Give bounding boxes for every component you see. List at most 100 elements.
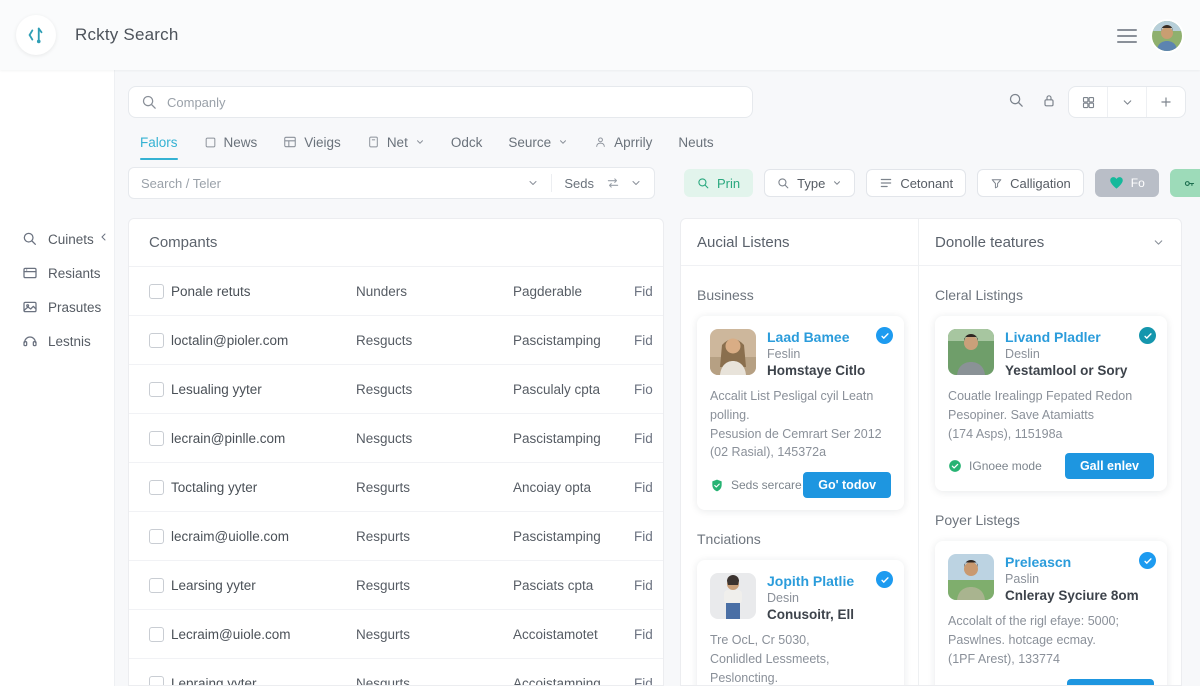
section-title-tnciations: Tnciations [697,531,904,547]
table-row[interactable]: loctalin@pioler.com Resgucts Pascistampi… [129,316,663,365]
verified-badge-icon [1139,327,1156,344]
call-button[interactable]: Gall enlev [1065,453,1154,479]
grid-view-button[interactable] [1069,87,1107,117]
add-button[interactable] [1146,87,1185,117]
chevron-down-icon [415,137,425,147]
listing-name[interactable]: Livand Pladler [1005,329,1127,345]
plus-icon [1159,95,1173,109]
user-avatar[interactable] [1152,21,1182,51]
cell-fid: Fid [634,676,653,686]
tab-falors[interactable]: Falors [140,128,178,156]
checkbox-icon [204,136,217,149]
row-checkbox[interactable] [149,578,164,593]
favorite-button[interactable]: Fo [1095,169,1159,197]
table-row[interactable]: lecraim@uiolle.com Respurts Pascistampin… [129,512,663,561]
sort-label: Seds [564,176,594,191]
app-logo[interactable] [16,15,56,55]
panel-column-right: Donolle teatures Cleral Listings [918,219,1181,685]
table-row[interactable]: Toctaling yyter Resgurts Ancoiay opta Fi… [129,463,663,512]
listing-name[interactable]: Preleascn [1005,554,1139,570]
tab-label: News [224,135,258,150]
tab-net[interactable]: Net [367,128,425,156]
tab-label: Neuts [678,135,713,150]
panel-right-header: Donolle teatures [919,219,1181,266]
table-row[interactable]: Lecraim@uiole.com Nesgurts Accoistamotet… [129,610,663,659]
search-input[interactable] [167,95,740,110]
shield-check-icon [710,478,724,493]
table-row[interactable]: Learsing yyter Resgurts Pasciats cpta Fi… [129,561,663,610]
app-window: Rckty Search Cuinets [0,0,1200,686]
tab-news[interactable]: News [204,128,258,156]
count-badge[interactable]: 94,200 [1170,169,1200,197]
button-label: Prin [717,176,740,191]
tab-neuts[interactable]: Neuts [678,128,713,156]
menu-icon[interactable] [1116,28,1138,44]
row-checkbox[interactable] [149,676,164,686]
utility-icons [1008,92,1057,109]
calligation-button[interactable]: Calligation [977,169,1084,197]
tab-aprrily[interactable]: Aprrily [594,128,652,156]
tab-label: Net [387,135,408,150]
card-icon [22,265,38,281]
listing-card[interactable]: Preleascn Paslin Cnleray Syciure 8om Acc… [935,541,1167,686]
row-checkbox[interactable] [149,480,164,495]
tab-vieigs[interactable]: Vieigs [283,128,341,156]
row-checkbox[interactable] [149,627,164,642]
column-header[interactable]: Nunders [356,284,513,299]
table-row[interactable]: lecrain@pinlle.com Nesgucts Pascistampin… [129,414,663,463]
chevron-left-icon[interactable] [98,231,110,243]
grid-icon [1081,95,1096,110]
row-checkbox[interactable] [149,382,164,397]
listing-name[interactable]: Jopith Platlie [767,573,854,589]
swap-arrows-icon[interactable] [606,177,620,189]
verified-badge-icon [876,571,893,588]
listing-role: Feslin [767,347,865,361]
tab-odck[interactable]: Odck [451,128,483,156]
sidebar-item-label: Prasutes [48,300,101,315]
chevron-down-icon[interactable] [630,177,642,189]
top-header: Rckty Search [0,0,1200,70]
filter-select[interactable]: Search / Teler Seds [128,167,655,199]
key-icon [1183,177,1196,190]
listing-role: Deslin [1005,347,1127,361]
type-dropdown[interactable]: Type [764,169,855,197]
row-checkbox[interactable] [149,333,164,348]
sidebar-item-resiants[interactable]: Resiants [0,256,114,290]
table-row[interactable]: Lepraing yyter Nesgurts Accoistamping Fi… [129,659,663,686]
column-header[interactable]: Pagderable [513,284,634,299]
prin-button[interactable]: Prin [684,169,753,197]
search-icon[interactable] [141,94,158,111]
cetonant-button[interactable]: Cetonant [866,169,966,197]
listing-description: Accalit List Pesligal cyil Leatn polling… [710,387,891,462]
listing-name[interactable]: Laad Bamee [767,329,865,345]
select-all-checkbox[interactable] [149,284,164,299]
chevron-down-icon [527,177,539,189]
expand-button[interactable] [1107,87,1146,117]
column-header[interactable]: Ponale retuts [171,284,356,299]
search-icon [22,231,38,247]
table-icon [283,135,297,149]
sidebar-item-lestnis[interactable]: Lestnis [0,324,114,358]
tab-seurce[interactable]: Seurce [508,128,568,156]
listing-card[interactable]: Livand Pladler Deslin Yestamlool or Sory… [935,316,1167,491]
table-row[interactable]: Lesualing yyter Resgucts Pasculaly cpta … [129,365,663,414]
column-header[interactable]: Fid [634,284,653,299]
listing-card[interactable]: Laad Bamee Feslin Homstaye Citlo Accalit… [697,316,904,510]
chevron-down-icon [558,137,568,147]
lock-icon[interactable] [1041,92,1057,109]
listing-card[interactable]: Jopith Platlie Desin Conusoitr, Ell Tre … [697,560,904,686]
cell-name: Lecraim@uiole.com [171,627,356,642]
go-today-button[interactable]: Go' todov [803,472,891,498]
button-label: Calligation [1010,176,1071,191]
search-icon[interactable] [1008,92,1025,109]
sidebar-item-cuinets[interactable]: Cuinets [0,222,114,256]
panel-header-label: Donolle teatures [935,234,1044,251]
row-checkbox[interactable] [149,529,164,544]
chevron-down-icon[interactable] [1152,236,1165,249]
sidebar-item-prasutes[interactable]: Prasutes [0,290,114,324]
cell-fid: Fid [634,578,653,593]
cell-fid: Fid [634,627,653,642]
row-checkbox[interactable] [149,431,164,446]
call-button[interactable]: Fall enlev [1067,679,1154,686]
tab-label: Seurce [508,135,551,150]
